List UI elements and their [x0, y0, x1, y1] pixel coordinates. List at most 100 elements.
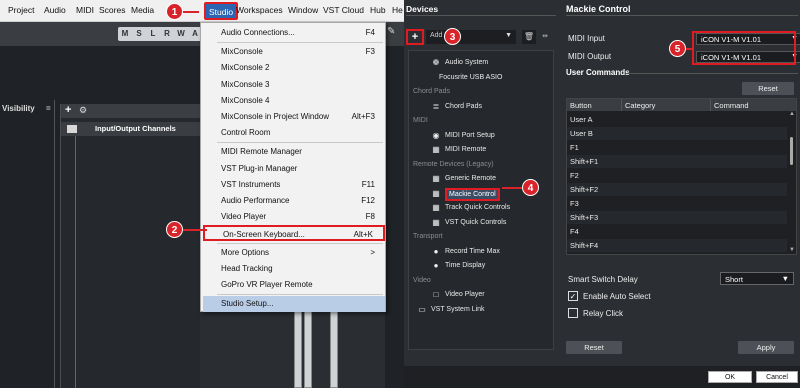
relay-click-checkbox[interactable] [568, 308, 578, 318]
tree-item[interactable]: ◉ MIDI Port Setup [409, 130, 553, 143]
table-row[interactable]: User A [567, 113, 787, 126]
menu-item-label: Video Player [221, 212, 267, 222]
table-row[interactable]: F1 [567, 141, 787, 154]
menu-item[interactable]: Studio Setup... [203, 296, 385, 313]
menu-item[interactable]: VST Plug-in Manager [203, 161, 385, 177]
menu-item[interactable]: On-Screen Keyboard... Alt+K [203, 225, 385, 242]
callout-2-arrow [183, 229, 207, 231]
menu-studio[interactable]: Studio [204, 2, 239, 20]
add-device-select[interactable]: Add D ▼ [426, 30, 516, 44]
tree-category: MIDI [409, 115, 553, 128]
fader[interactable] [304, 300, 312, 388]
fader[interactable] [294, 300, 302, 388]
menu-he[interactable]: He [392, 5, 403, 15]
table-row[interactable]: Shift+F1 [567, 155, 787, 168]
column-header[interactable]: Category [625, 101, 655, 110]
tree-item-label: Video [413, 276, 431, 284]
menu-midi[interactable]: MIDI [76, 5, 94, 15]
menu-vst-cloud[interactable]: VST Cloud [323, 5, 364, 15]
callout-5: 5 [669, 40, 686, 57]
tree-item-label: Video Player [445, 291, 485, 298]
pencil-icon[interactable]: ✎ [387, 26, 401, 40]
scrollbar-thumb[interactable] [790, 137, 793, 165]
tree-item-label: Focusrite USB ASIO [439, 73, 503, 81]
toolbar-button[interactable]: M [118, 27, 132, 41]
menu-item[interactable]: VST Instruments F11 [203, 177, 385, 193]
table-row[interactable]: F2 [567, 169, 787, 182]
add-track-icon[interactable]: + [65, 104, 71, 116]
menu-workspaces[interactable]: Workspaces [236, 5, 283, 15]
reset-commands-button[interactable]: Reset [742, 82, 794, 95]
scrollbar[interactable]: ▲ ▼ [789, 111, 795, 253]
fader[interactable] [330, 300, 338, 388]
toolbar-button[interactable]: S [132, 27, 146, 41]
menu-audio[interactable]: Audio [44, 5, 66, 15]
add-device-button[interactable]: + [406, 29, 424, 45]
tree-item[interactable]: ▭ VST System Link [409, 304, 553, 317]
menu-item-label: On-Screen Keyboard... [223, 230, 305, 240]
cancel-button[interactable]: Cancel [756, 371, 798, 383]
scroll-up-icon[interactable]: ▲ [789, 111, 795, 117]
table-row[interactable]: User B [567, 127, 787, 140]
tree-item[interactable]: ● Record Time Max [409, 246, 553, 259]
menu-item-shortcut: > [370, 247, 375, 257]
tree-item[interactable]: ≣ Chord Pads [409, 101, 553, 114]
button-cell: F3 [570, 199, 579, 208]
tree-item[interactable]: Focusrite USB ASIO [409, 72, 553, 85]
apply-button[interactable]: Apply [738, 341, 794, 354]
toolbar-button[interactable]: W [174, 27, 188, 41]
tree-item[interactable]: □ Video Player [409, 289, 553, 302]
button-cell: Shift+F3 [570, 213, 599, 222]
menu-item-shortcut: F3 [365, 47, 375, 57]
menu-item[interactable]: Control Room [203, 125, 385, 141]
table-row[interactable]: Shift+F2 [567, 183, 787, 196]
menu-item[interactable]: Head Tracking [203, 261, 385, 277]
table-row[interactable]: Shift+F4 [567, 239, 787, 252]
menu-item[interactable]: MixConsole 3 [203, 77, 385, 93]
menu-item[interactable]: Audio Performance F12 [203, 193, 385, 209]
tree-item[interactable]: ● Time Display [409, 260, 553, 273]
column-header[interactable]: Button [570, 101, 592, 110]
menu-item-label: Studio Setup... [221, 299, 274, 309]
table-row[interactable]: Shift+F3 [567, 211, 787, 224]
menu-item[interactable]: GoPro VR Player Remote [203, 277, 385, 293]
table-row[interactable]: F4 [567, 225, 787, 238]
toolbar-button[interactable]: L [146, 27, 160, 41]
menu-item[interactable]: Video Player F8 [203, 209, 385, 225]
menu-item[interactable]: MixConsole 4 [203, 93, 385, 109]
menu-hub[interactable]: Hub [370, 5, 386, 15]
menu-item[interactable]: MixConsole 2 [203, 60, 385, 76]
reset-button[interactable]: Reset [566, 341, 622, 354]
device-icon: ● [433, 246, 439, 256]
toolbar-button[interactable]: R [160, 27, 174, 41]
visibility-options-icon[interactable]: = [46, 104, 51, 113]
enable-auto-select-checkbox[interactable]: ✓ [568, 291, 578, 301]
tree-item-label: VST System Link [431, 305, 485, 313]
tree-item[interactable]: ▦ Track Quick Controls [409, 202, 553, 215]
menu-item[interactable]: MIDI Remote Manager [203, 144, 385, 160]
ok-button[interactable]: OK [708, 371, 752, 383]
menu-item[interactable]: MixConsole F3 [203, 44, 385, 60]
track-settings-icon[interactable]: ⚙ [79, 105, 87, 116]
menu-item[interactable]: MixConsole in Project Window Alt+F3 [203, 109, 385, 125]
table-row[interactable]: F3 [567, 197, 787, 210]
tree-item[interactable]: ❁ Audio System [409, 57, 553, 70]
tree-item-label: Chord Pads [445, 102, 482, 110]
menu-scores[interactable]: Scores [99, 5, 125, 15]
trash-icon[interactable]: 🗑 [522, 30, 536, 44]
smart-switch-select[interactable]: Short ▼ [720, 272, 794, 285]
menu-window[interactable]: Window [288, 5, 318, 15]
tree-item[interactable]: ▦ MIDI Remote [409, 144, 553, 157]
device-icon: ▦ [432, 145, 440, 154]
callout-3: 3 [444, 28, 461, 45]
menu-item[interactable]: More Options > [203, 245, 385, 261]
menu-project[interactable]: Project [8, 5, 34, 15]
menu-media[interactable]: Media [131, 5, 154, 15]
collapse-icon[interactable]: ⇹ [538, 30, 552, 44]
track-list-header: + ⚙ [61, 104, 201, 118]
column-header[interactable]: Command [714, 101, 749, 110]
folder-track[interactable]: Input/Output Channels [61, 122, 201, 136]
menu-item[interactable]: Audio Connections... F4 [203, 25, 385, 41]
tree-item[interactable]: ▦ VST Quick Controls [409, 217, 553, 230]
scroll-down-icon[interactable]: ▼ [789, 247, 795, 253]
